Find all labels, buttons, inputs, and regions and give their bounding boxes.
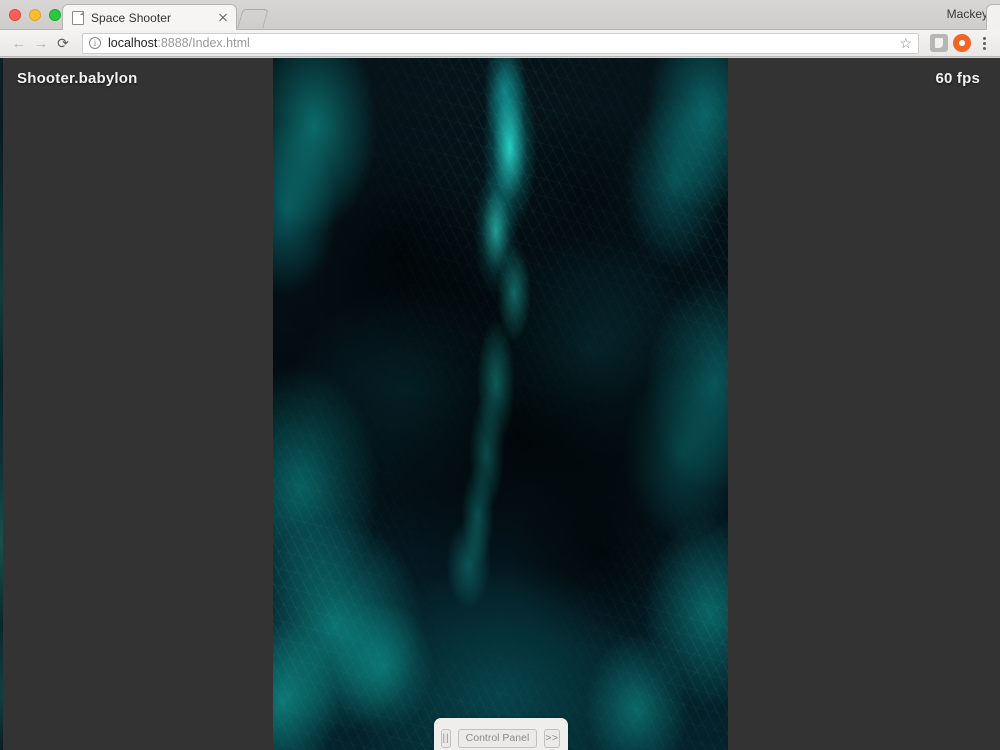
url-host: localhost (108, 36, 158, 50)
browser-chrome: Space Shooter Mackey ← → ⟳ i localhost:8… (0, 0, 1000, 58)
fps-counter-label: 60 fps (935, 70, 980, 87)
scene-title-label: Shooter.babylon (17, 70, 138, 87)
tab-title: Space Shooter (91, 10, 172, 25)
window-zoom-button[interactable] (49, 9, 61, 21)
background-edge-bleed (0, 58, 3, 750)
control-panel-bar: || Control Panel >> (433, 718, 568, 750)
browser-tab-space-shooter[interactable]: Space Shooter (62, 4, 237, 30)
site-info-icon[interactable]: i (89, 37, 101, 49)
nebula-vignette (273, 58, 728, 750)
close-icon[interactable] (216, 11, 230, 25)
window-traffic-lights (9, 9, 61, 21)
browser-toolbar: ← → ⟳ i localhost:8888/Index.html ☆ (0, 30, 1000, 57)
babylon-render-canvas[interactable]: || Control Panel >> (273, 58, 728, 750)
window-minimize-button[interactable] (29, 9, 41, 21)
window-close-button[interactable] (9, 9, 21, 21)
extension-orange-icon[interactable] (953, 34, 971, 52)
url-path: :8888/Index.html (157, 36, 250, 50)
new-tab-button[interactable] (237, 9, 269, 28)
address-bar[interactable]: i localhost:8888/Index.html ☆ (82, 32, 919, 54)
next-button[interactable]: >> (544, 728, 560, 748)
profile-tab-stub (986, 4, 1000, 30)
browser-window: Space Shooter Mackey ← → ⟳ i localhost:8… (0, 0, 1000, 750)
forward-icon[interactable]: → (30, 32, 52, 54)
chrome-menu-icon[interactable] (976, 33, 992, 53)
back-icon[interactable]: ← (8, 32, 30, 54)
extension-grey-icon[interactable] (930, 34, 948, 52)
profile-name-label[interactable]: Mackey (947, 7, 988, 21)
page-icon (72, 10, 84, 25)
tab-strip: Space Shooter Mackey (0, 0, 1000, 30)
address-bar-url: localhost:8888/Index.html (108, 36, 893, 50)
control-panel-button[interactable]: Control Panel (457, 728, 538, 748)
reload-icon[interactable]: ⟳ (52, 32, 74, 54)
page-body: Shooter.babylon 60 fps || Control Panel … (0, 58, 1000, 750)
bookmark-star-icon[interactable]: ☆ (899, 35, 912, 52)
pause-button[interactable]: || (441, 728, 451, 748)
